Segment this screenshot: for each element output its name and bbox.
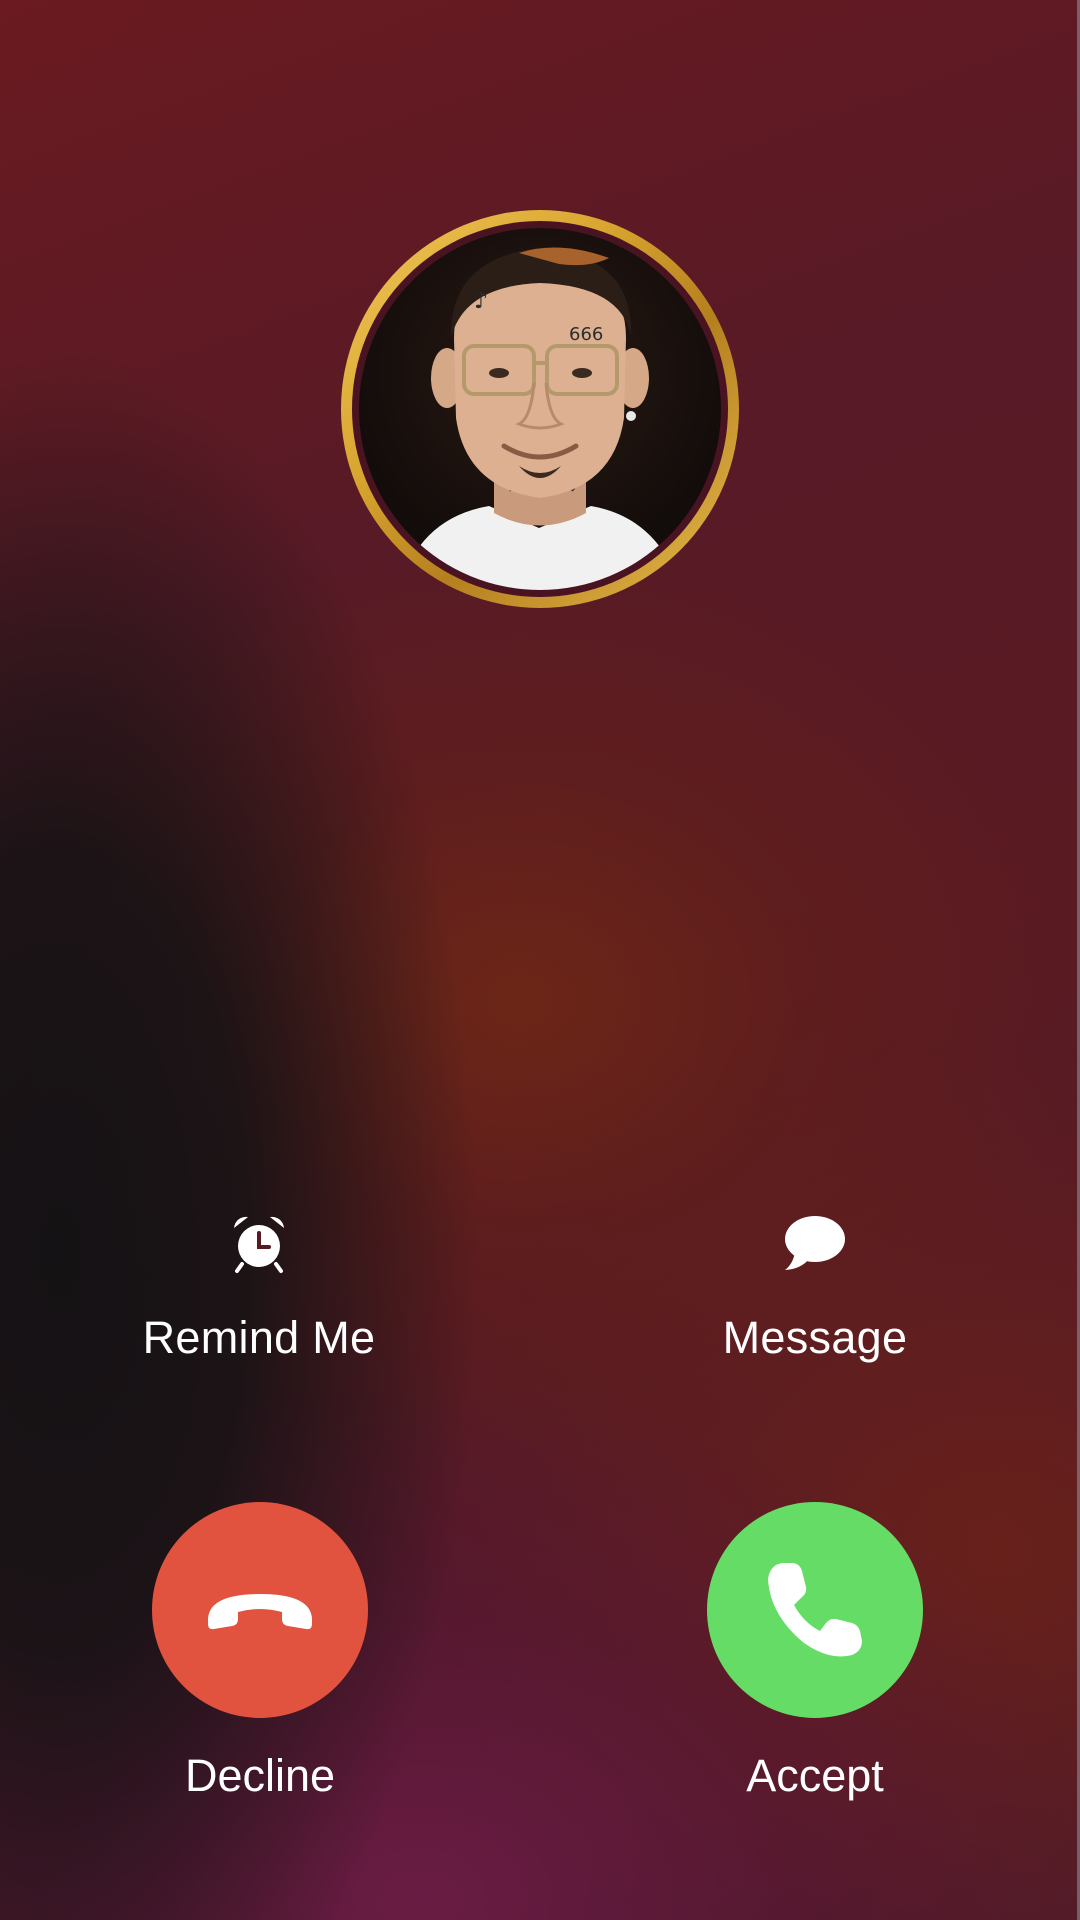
speech-bubble-icon — [785, 1216, 845, 1270]
alarm-clock-icon — [234, 1216, 284, 1273]
remind-me-label: Remind Me — [142, 1312, 376, 1363]
accept-button[interactable] — [707, 1502, 923, 1718]
decline-label: Decline — [184, 1750, 336, 1801]
message-label: Message — [722, 1312, 908, 1363]
person-illustration: ♪ 666 — [399, 247, 681, 590]
phone-icon — [768, 1563, 862, 1657]
accept-label: Accept — [746, 1750, 884, 1801]
incoming-call-screen: ♪ 666 Remind Me Message Decline Accept — [0, 0, 1080, 1920]
decline-button[interactable] — [152, 1502, 368, 1718]
avatar-border: ♪ 666 — [352, 221, 728, 597]
phone-hangup-icon — [208, 1594, 312, 1630]
svg-text:♪: ♪ — [474, 289, 488, 314]
caller-avatar: ♪ 666 — [341, 210, 739, 608]
remind-me-button[interactable]: Remind Me — [99, 1212, 419, 1364]
message-button[interactable]: Message — [655, 1212, 975, 1364]
caller-photo: ♪ 666 — [359, 228, 721, 590]
svg-text:666: 666 — [569, 324, 603, 345]
